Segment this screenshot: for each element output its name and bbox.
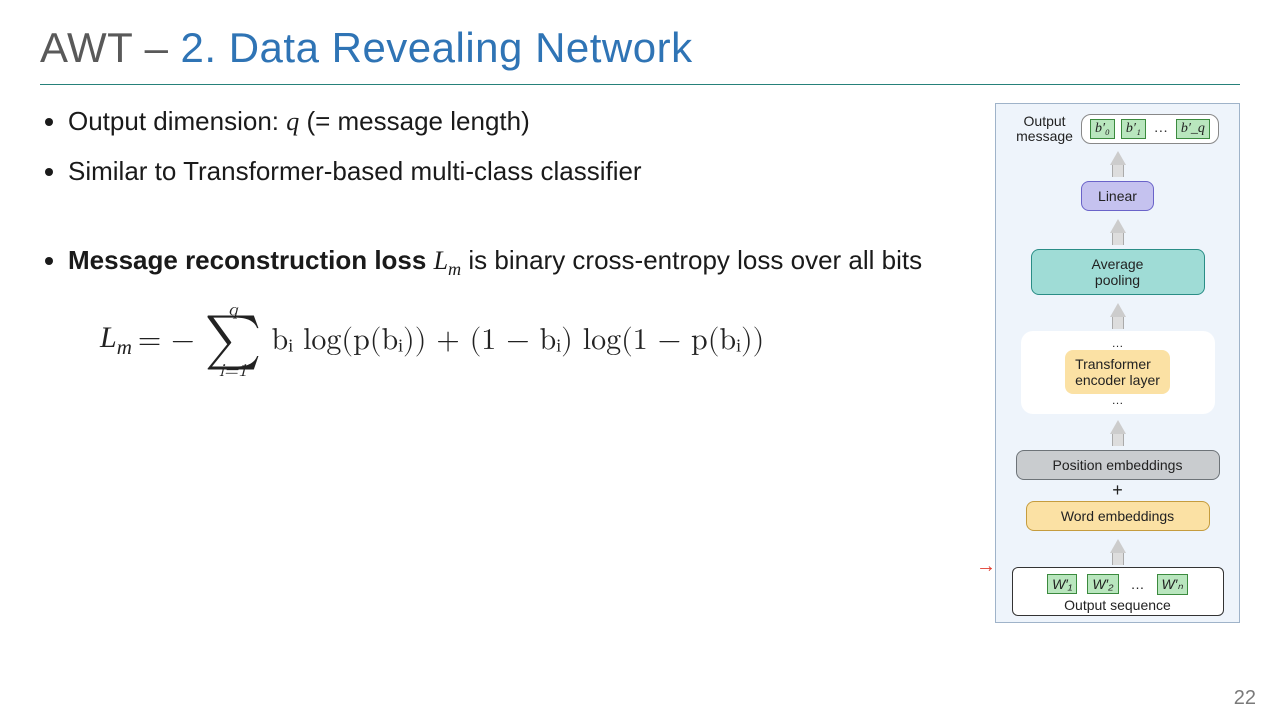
ellipsis-icon: … (1129, 576, 1147, 592)
sigma-icon: ∑ (205, 319, 262, 362)
slide-body: Output dimension: q (= message length) S… (40, 103, 1240, 623)
avg-pool-block: Average pooling (1031, 249, 1205, 295)
output-sequence-box: W′₁ W′₂ … W′ₙ Output sequence (1012, 567, 1224, 616)
content-left: Output dimension: q (= message length) S… (40, 103, 971, 380)
bullet-3-post: is binary cross-entropy loss over all bi… (461, 245, 922, 275)
bit-token: b′₀ (1090, 119, 1115, 139)
linear-block: Linear (1081, 181, 1154, 211)
output-sequence-label: Output sequence (1064, 597, 1171, 613)
encoder-l2: encoder layer (1075, 372, 1160, 388)
arrow-up-icon (1110, 539, 1126, 553)
word-token: W′ₙ (1157, 574, 1188, 595)
word-token: W′₂ (1087, 574, 1118, 594)
title-prefix: AWT – (40, 24, 169, 72)
arrow-stem (1112, 233, 1124, 245)
encoder-layer-block: Transformer encoder layer (1065, 350, 1170, 394)
position-embeddings-block: Position embeddings (1016, 450, 1220, 480)
output-sequence-tokens: W′₁ W′₂ … W′ₙ (1023, 574, 1213, 595)
architecture-diagram: Output message b′₀ b′₁ … b′_q Linear (995, 103, 1240, 623)
bullet-1: Output dimension: q (= message length) (68, 103, 971, 141)
bullet-3: Message reconstruction loss Lm is binary… (68, 242, 971, 283)
encoder-stack-block: … Transformer encoder layer … (1021, 331, 1215, 414)
title-main: 2. Data Revealing Network (181, 24, 693, 72)
bullet-3-strong: Message reconstruction loss (68, 245, 434, 275)
bullet-1-pre: Output dimension: (68, 106, 286, 136)
bullet-1-post: (= message length) (299, 106, 530, 136)
output-message-l1: Output (1016, 114, 1073, 129)
arrow-up-icon (1110, 219, 1126, 233)
stack-dots-top: … (1112, 339, 1124, 349)
avg-pool-l1: Average (1048, 256, 1188, 272)
plus-icon: + (1112, 480, 1123, 501)
arrow-stem (1112, 553, 1124, 565)
bullet-3-sub: m (448, 260, 461, 280)
output-message-label: Output message (1016, 114, 1073, 145)
word-embeddings-block: Word embeddings (1026, 501, 1210, 531)
ellipsis-icon: … (1152, 121, 1170, 137)
slide-number: 22 (1234, 687, 1256, 710)
bullet-3-var: L (434, 246, 448, 275)
eq-L-sub: m (117, 335, 132, 359)
bullet-2: Similar to Transformer-based multi-class… (68, 153, 971, 191)
slide: AWT – 2. Data Revealing Network Output d… (0, 0, 1280, 720)
eq-rhs: bᵢ log(p(bᵢ)) + (1 − bᵢ) log(1 − p(bᵢ)) (272, 319, 765, 363)
bullet-list-2: Message reconstruction loss Lm is binary… (40, 242, 971, 283)
diagram-output-row: Output message b′₀ b′₁ … b′_q (1004, 114, 1231, 145)
slide-title: AWT – 2. Data Revealing Network (40, 24, 1240, 72)
encoder-l1: Transformer (1075, 356, 1160, 372)
arrow-stem (1112, 165, 1124, 177)
bullet-list: Output dimension: q (= message length) S… (40, 103, 971, 190)
spacer (40, 202, 971, 242)
word-token: W′₁ (1047, 574, 1077, 594)
eq-L: L (100, 321, 117, 354)
content-right: Output message b′₀ b′₁ … b′_q Linear (995, 103, 1240, 623)
eq-sum: q ∑ i=1 (205, 301, 262, 380)
stack-dots-bot: … (1112, 396, 1124, 406)
arrow-stem (1112, 317, 1124, 329)
arrow-up-icon (1110, 420, 1126, 434)
output-bits-box: b′₀ b′₁ … b′_q (1081, 114, 1219, 144)
bit-token: b′_q (1176, 119, 1210, 139)
pointer-arrow-icon: → (976, 555, 996, 578)
eq-equals-neg: = − (138, 319, 195, 363)
bullet-1-var: q (286, 107, 299, 136)
equation: Lm = − q ∑ i=1 bᵢ log(p(bᵢ)) + (1 − bᵢ) … (100, 301, 971, 380)
arrow-up-icon (1110, 303, 1126, 317)
output-message-l2: message (1016, 129, 1073, 144)
title-divider (40, 84, 1240, 85)
arrow-stem (1112, 434, 1124, 446)
avg-pool-l2: pooling (1048, 272, 1188, 288)
bit-token: b′₁ (1121, 119, 1146, 139)
arrow-up-icon (1110, 151, 1126, 165)
eq-sum-bot: i=1 (219, 362, 247, 380)
